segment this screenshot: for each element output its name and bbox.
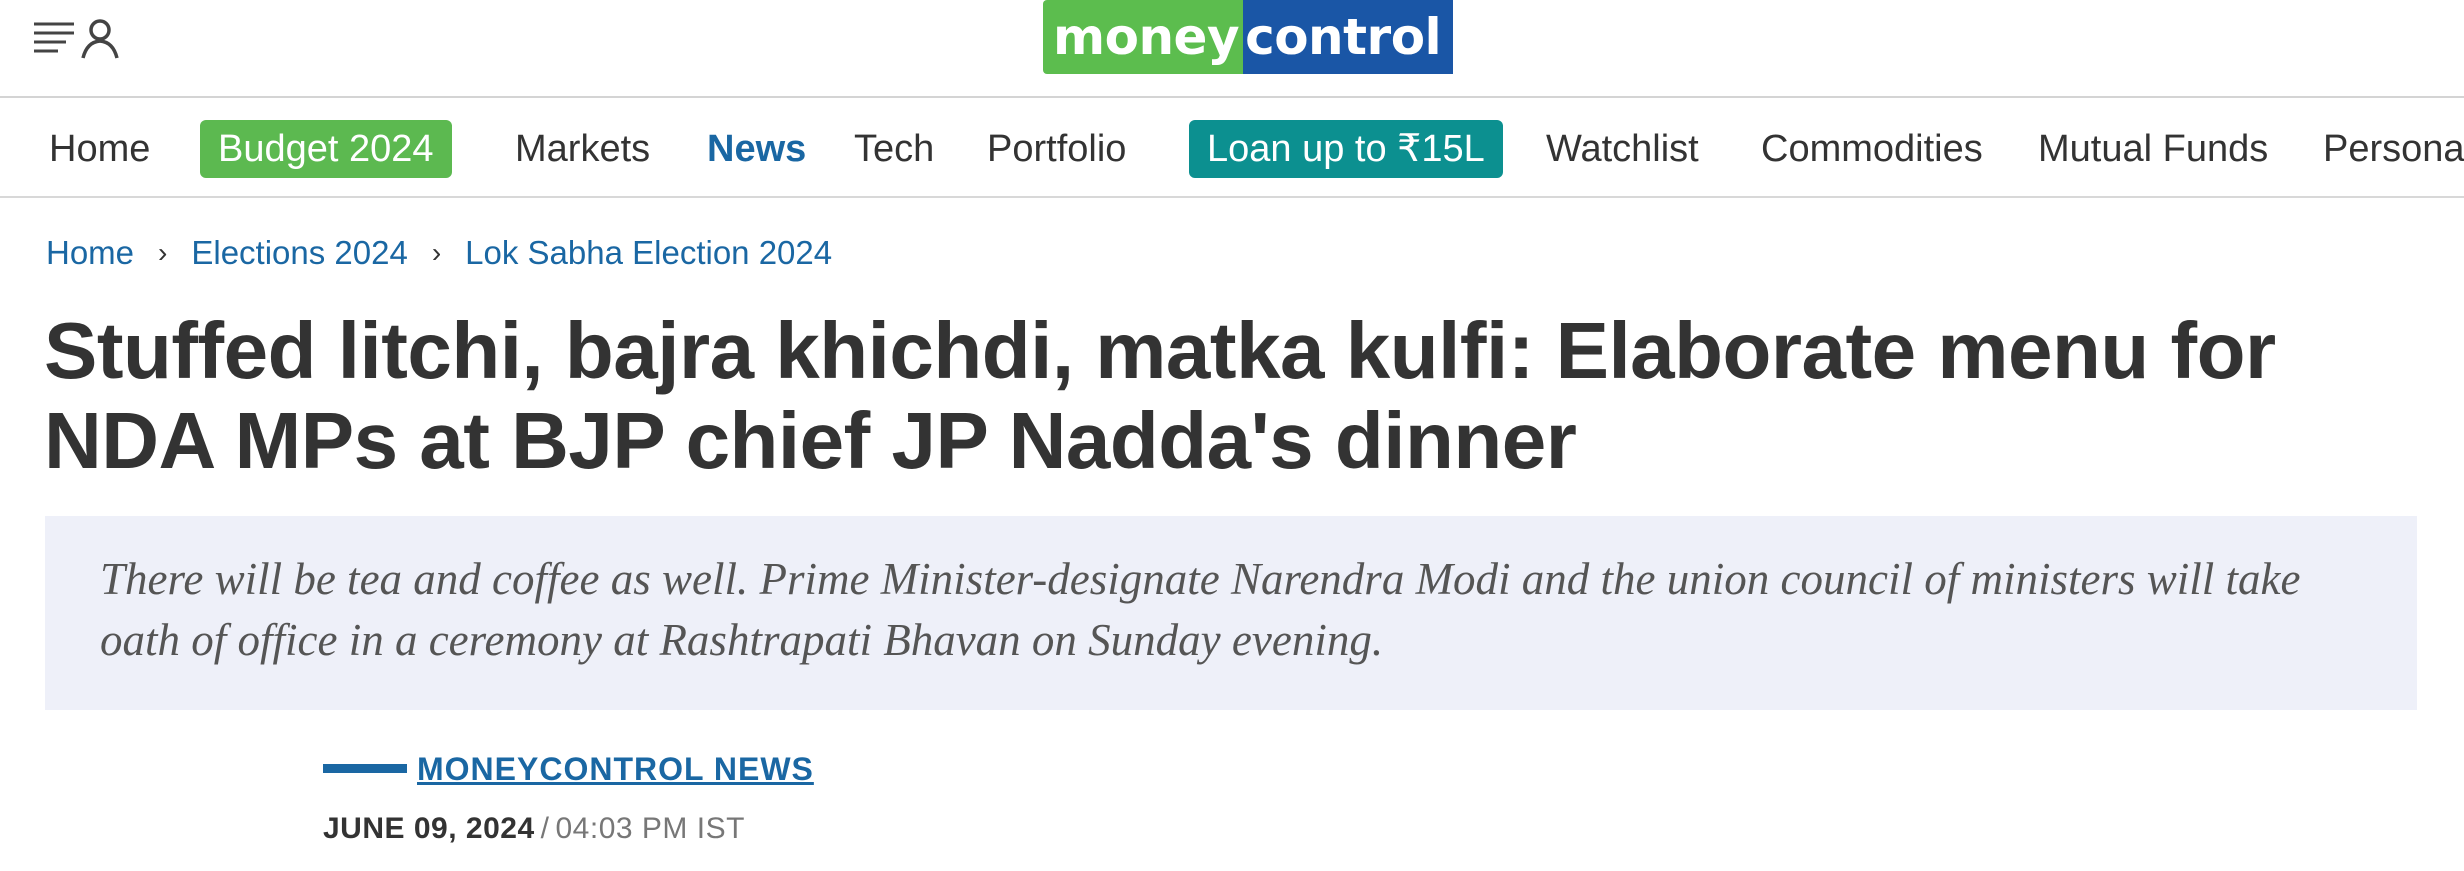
chevron-right-icon: › — [158, 237, 168, 268]
breadcrumb-elections-2024[interactable]: Elections 2024 — [191, 234, 407, 272]
moneycontrol-logo[interactable]: money control — [1043, 0, 1454, 74]
publish-time: 04:03 PM IST — [555, 812, 745, 845]
logo-control: control — [1243, 0, 1454, 74]
nav-tech[interactable]: Tech — [854, 120, 934, 178]
main-nav: Home Budget 2024 Markets News Tech Portf… — [0, 100, 2464, 198]
breadcrumb: Home › Elections 2024 › Lok Sabha Electi… — [46, 230, 832, 276]
site-header: money control — [0, 0, 2464, 98]
nav-portfolio[interactable]: Portfolio — [987, 120, 1126, 178]
author-link[interactable]: MONEYCONTROL NEWS — [417, 751, 814, 788]
nav-commodities[interactable]: Commodities — [1761, 120, 1983, 178]
article-summary: There will be tea and coffee as well. Pr… — [100, 554, 2301, 665]
publish-date: JUNE 09, 2024 — [323, 812, 535, 845]
nav-mutual-funds[interactable]: Mutual Funds — [2038, 120, 2268, 178]
article-title: Stuffed litchi, bajra khichdi, matka kul… — [44, 306, 2276, 485]
chevron-right-icon: › — [431, 237, 442, 268]
logo-money: money — [1043, 0, 1244, 74]
date-separator: / — [540, 812, 550, 845]
author-accent-bar — [323, 764, 407, 773]
hamburger-menu-icon[interactable] — [32, 18, 76, 63]
breadcrumb-lok-sabha-election[interactable]: Lok Sabha Election 2024 — [465, 234, 832, 272]
nav-loan[interactable]: Loan up to ₹15L — [1189, 120, 1503, 178]
breadcrumb-home[interactable]: Home — [46, 234, 134, 272]
nav-markets[interactable]: Markets — [515, 120, 650, 178]
article-summary-box: There will be tea and coffee as well. Pr… — [45, 516, 2417, 710]
nav-watchlist[interactable]: Watchlist — [1546, 120, 1699, 178]
nav-personal-finance[interactable]: Persona — [2323, 120, 2464, 178]
user-icon[interactable] — [79, 18, 121, 65]
nav-budget-2024[interactable]: Budget 2024 — [200, 120, 452, 178]
nav-home[interactable]: Home — [49, 120, 150, 178]
publish-dateline: JUNE 09, 2024/04:03 PM IST — [323, 812, 745, 846]
nav-news[interactable]: News — [707, 120, 806, 178]
